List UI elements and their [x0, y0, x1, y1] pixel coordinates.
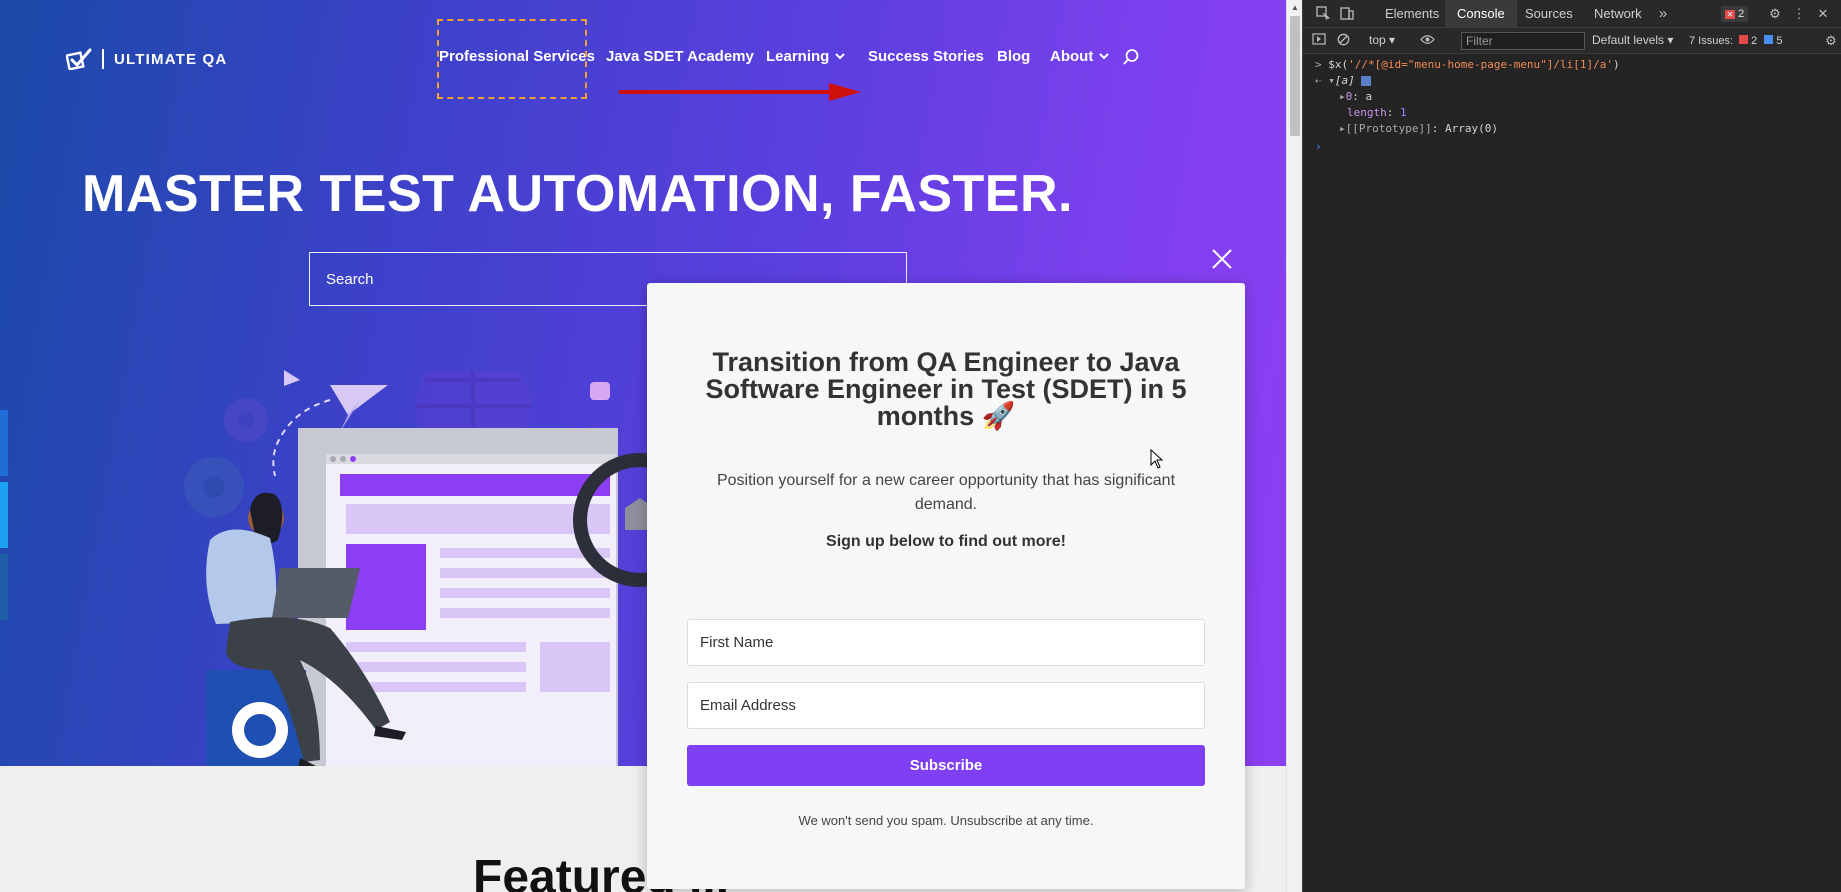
device-toolbar-icon[interactable]	[1339, 6, 1355, 22]
close-devtools-icon[interactable]: ✕	[1815, 6, 1831, 22]
site-logo[interactable]: ULTIMATE QA	[66, 48, 227, 70]
issues-info-icon	[1764, 35, 1774, 44]
expand-triangle-icon: ▾	[1328, 74, 1335, 87]
result-item-0[interactable]: ▸0: a	[1339, 90, 1372, 103]
error-count-badge[interactable]: ✕ 2	[1721, 6, 1749, 22]
issues-error-count: 2	[1751, 35, 1758, 47]
share-tab-linkedin[interactable]	[0, 554, 8, 620]
command-string: '//*[@id="menu-home-page-menu"]/li[1]/a'	[1348, 58, 1614, 71]
result-array: [a]	[1334, 74, 1355, 87]
clear-console-icon[interactable]	[1335, 33, 1351, 49]
nav-item-success-stories[interactable]: Success Stories	[868, 48, 984, 65]
chevron-down-icon	[1099, 53, 1110, 60]
logo-divider	[102, 49, 104, 69]
log-levels-dropdown[interactable]: Default levels ▾	[1592, 33, 1673, 47]
log-levels-label: Default levels	[1592, 33, 1665, 47]
length-value: 1	[1400, 106, 1407, 119]
nav-item-about[interactable]: About	[1050, 48, 1110, 65]
nav-label: Success Stories	[868, 48, 984, 65]
subscribe-button[interactable]: Subscribe	[687, 745, 1205, 786]
command-suffix: )	[1613, 58, 1620, 71]
collapse-triangle-icon: ▸	[1339, 90, 1346, 103]
search-icon	[1123, 49, 1139, 65]
nav-item-java-sdet-academy[interactable]: Java SDET Academy	[606, 48, 754, 65]
nav-item-blog[interactable]: Blog	[997, 48, 1030, 65]
popup-description: Position yourself for a new career oppor…	[716, 472, 1176, 513]
error-icon: ✕	[1725, 10, 1735, 19]
context-selector[interactable]: top ▾	[1369, 33, 1395, 47]
tab-network[interactable]: Network	[1582, 0, 1654, 28]
nav-label: Blog	[997, 48, 1031, 65]
element-highlight-box	[437, 19, 587, 99]
prototype-value: Array(0)	[1444, 122, 1498, 135]
devtools-tab-bar: Elements Console Sources Network » ✕ 2 ⚙…	[1303, 0, 1841, 28]
context-label: top	[1369, 33, 1386, 47]
length-key: length	[1347, 106, 1387, 119]
more-options-icon[interactable]: ⋮	[1791, 6, 1807, 22]
nav-label: Java SDET Academy	[606, 48, 754, 65]
console-settings-gear-icon[interactable]: ⚙	[1823, 33, 1839, 49]
popup-title: Transition from QA Engineer to Java Soft…	[705, 347, 1187, 431]
issues-error-icon	[1739, 35, 1749, 44]
console-toolbar: top ▾ Default levels ▾ 7 Issues: 2 5 ⚙	[1303, 28, 1841, 54]
red-arrow-annotation	[619, 83, 861, 101]
issues-counter[interactable]: 7 Issues: 2 5	[1689, 33, 1783, 49]
issues-label: 7 Issues:	[1689, 35, 1734, 47]
hero-title: MASTER TEST AUTOMATION, FASTER.	[82, 165, 1073, 223]
share-tab-twitter[interactable]	[0, 482, 8, 548]
console-filter-input[interactable]	[1461, 32, 1585, 50]
item-value: a	[1365, 90, 1373, 103]
prototype-key: [[Prototype]]	[1345, 122, 1432, 135]
tab-sources[interactable]: Sources	[1513, 0, 1585, 28]
result-prototype[interactable]: ▸[[Prototype]]: Array(0)	[1339, 122, 1498, 135]
spam-note: We won't send you spam. Unsubscribe at a…	[798, 813, 1094, 828]
console-result-line[interactable]: ⇠ ▾[a]	[1315, 74, 1372, 87]
prompt-caret-icon: ›	[1315, 140, 1322, 153]
mouse-cursor-icon	[1150, 449, 1164, 469]
website-viewport: ULTIMATE QA Professional Services Java S…	[0, 0, 1286, 892]
social-share-tabs	[0, 410, 8, 626]
sidebar-toggle-icon[interactable]	[1311, 33, 1327, 49]
scrollbar-thumb[interactable]	[1290, 16, 1300, 136]
more-tabs-icon[interactable]: »	[1655, 6, 1671, 22]
nav-label: About	[1050, 48, 1094, 65]
checkmark-logo-icon	[66, 48, 92, 70]
inspect-element-icon[interactable]	[1315, 6, 1331, 22]
share-tab-facebook[interactable]	[0, 410, 8, 476]
popup-cta: Sign up below to find out more!	[826, 533, 1066, 550]
nav-search-button[interactable]	[1122, 48, 1140, 66]
devtools-panel: Elements Console Sources Network » ✕ 2 ⚙…	[1302, 0, 1841, 892]
tab-console[interactable]: Console	[1445, 0, 1517, 28]
item-key: 0	[1345, 90, 1353, 103]
tab-elements[interactable]: Elements	[1373, 0, 1451, 28]
email-field[interactable]	[687, 682, 1205, 729]
command-prefix: $x(	[1328, 58, 1349, 71]
live-expression-eye-icon[interactable]	[1419, 33, 1435, 49]
collapse-triangle-icon: ▸	[1339, 122, 1346, 135]
chevron-down-icon	[835, 53, 846, 60]
signup-popup: Transition from QA Engineer to Java Soft…	[647, 283, 1245, 889]
result-arrow-icon: ⇠	[1315, 74, 1329, 87]
prompt-chevron-icon: >	[1315, 58, 1329, 71]
settings-gear-icon[interactable]: ⚙	[1767, 6, 1783, 22]
console-input-line: > $x('//*[@id="menu-home-page-menu"]/li[…	[1315, 58, 1620, 71]
first-name-field[interactable]	[687, 619, 1205, 666]
nav-item-learning[interactable]: Learning	[766, 48, 846, 65]
scroll-up-icon[interactable]: ▲	[1291, 3, 1299, 12]
logo-text: ULTIMATE QA	[114, 50, 228, 68]
result-length: length: 1	[1347, 106, 1407, 119]
nav-label: Learning	[766, 48, 830, 65]
console-prompt[interactable]: ›	[1315, 140, 1322, 153]
page-scrollbar[interactable]: ▲	[1286, 0, 1302, 892]
popup-close-icon[interactable]	[1209, 246, 1235, 272]
hero-illustration	[184, 370, 670, 766]
error-count: 2	[1738, 8, 1745, 20]
info-icon	[1361, 76, 1372, 86]
issues-info-count: 5	[1776, 35, 1783, 47]
